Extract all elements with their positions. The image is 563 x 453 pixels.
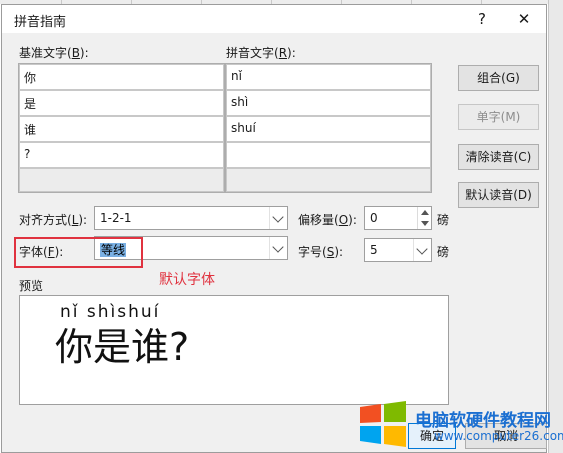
base-cell[interactable]: 你: [19, 64, 224, 90]
base-text-grid: 你 是 谁 ?: [18, 63, 225, 193]
chevron-down-icon[interactable]: [269, 237, 287, 259]
alignment-label: 对齐方式(L):: [19, 213, 88, 227]
size-select[interactable]: 5: [364, 238, 432, 262]
alignment-select[interactable]: 1-2-1: [94, 206, 288, 230]
preview-text: 你是谁?: [55, 325, 190, 369]
ruby-cell[interactable]: [226, 142, 431, 168]
offset-spinner[interactable]: 0: [364, 206, 432, 230]
offset-value: 0: [370, 211, 378, 225]
title-bar: 拼音指南 ? ✕: [2, 5, 546, 33]
spinner-arrows-icon[interactable]: [417, 207, 431, 229]
close-button[interactable]: ✕: [510, 8, 538, 30]
base-cell[interactable]: ?: [19, 142, 224, 168]
preview-label: 预览: [19, 279, 44, 293]
ruby-text-label: 拼音文字(R):: [226, 46, 296, 60]
offset-label: 偏移量(O):: [298, 213, 357, 227]
chevron-down-icon[interactable]: [413, 239, 431, 261]
base-cell[interactable]: 是: [19, 90, 224, 116]
help-button[interactable]: ?: [468, 8, 496, 30]
background-window-edge: [548, 0, 563, 453]
ruby-cell[interactable]: shuí: [226, 116, 431, 142]
phonetic-guide-dialog: 拼音指南 ? ✕ 基准文字(B): 拼音文字(R): 你 是 谁 ? nǐ sh…: [1, 4, 563, 453]
base-text-label: 基准文字(B):: [19, 46, 89, 60]
dialog-title: 拼音指南: [14, 15, 67, 30]
ruby-cell-empty: [226, 168, 431, 192]
base-cell-empty: [19, 168, 224, 192]
ruby-cell[interactable]: shì: [226, 90, 431, 116]
ruby-cell[interactable]: nǐ: [226, 64, 431, 90]
alignment-value: 1-2-1: [100, 211, 132, 225]
size-unit: 磅: [437, 245, 450, 259]
clear-reading-button[interactable]: 清除读音(C): [458, 144, 539, 170]
size-label: 字号(S):: [298, 245, 344, 259]
size-value: 5: [370, 243, 378, 257]
windows-logo-icon: [360, 401, 406, 447]
watermark-text: 电脑软硬件教程网: [415, 411, 551, 431]
ruby-text-grid: nǐ shì shuí: [225, 63, 432, 193]
annotation-text: 默认字体: [159, 272, 215, 288]
group-button[interactable]: 组合(G): [458, 65, 539, 91]
chevron-down-icon[interactable]: [269, 207, 287, 229]
watermark-url: www.computer26.com: [434, 429, 563, 443]
default-reading-button[interactable]: 默认读音(D): [458, 182, 539, 208]
offset-unit: 磅: [437, 213, 450, 227]
highlight-box: [14, 237, 143, 268]
mono-button[interactable]: 单字(M): [458, 104, 539, 130]
base-cell[interactable]: 谁: [19, 116, 224, 142]
preview-box: nǐ shìshuí 你是谁?: [19, 295, 449, 405]
